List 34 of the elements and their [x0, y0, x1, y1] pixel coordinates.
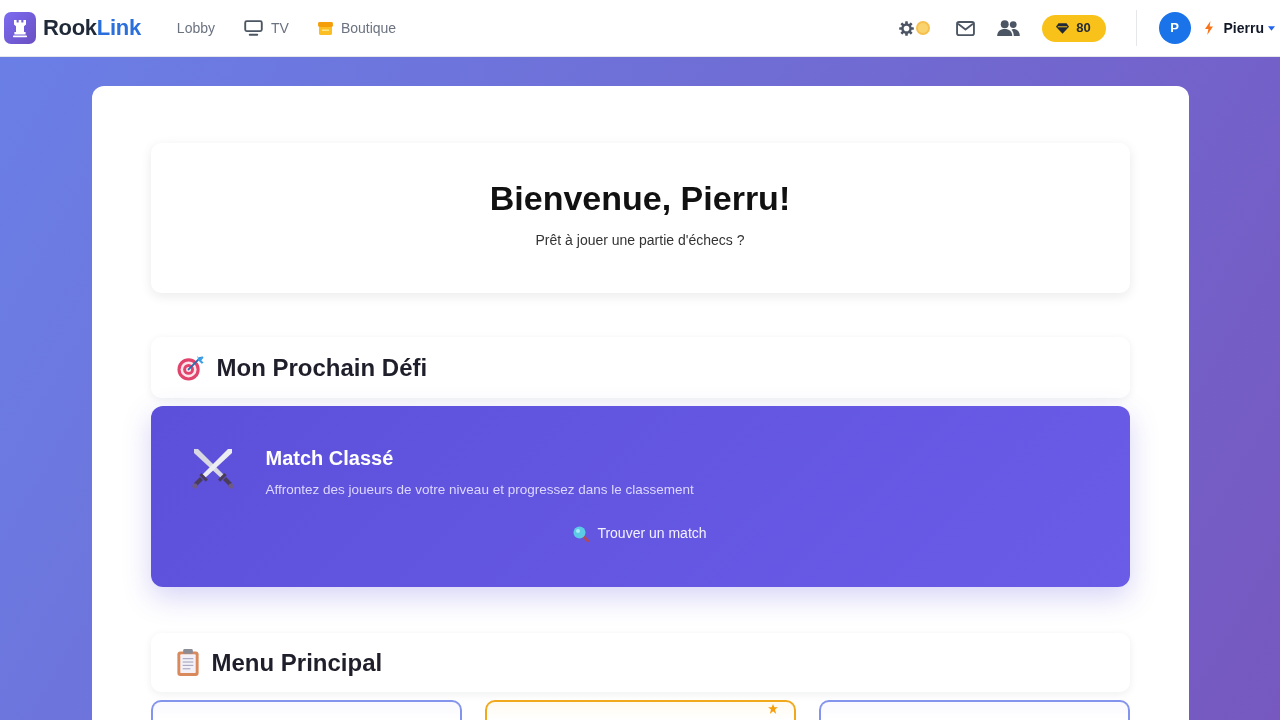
section-title: Mon Prochain Défi: [216, 355, 428, 380]
star-icon: [767, 704, 778, 714]
nav-link[interactable]: Lobby: [176, 17, 215, 39]
crossed-swords-icon: [190, 446, 235, 490]
section-title: Menu Principal: [211, 650, 383, 675]
welcome-title: Bienvenue, Pierru!: [489, 178, 791, 218]
user-avatar[interactable]: P: [1158, 12, 1191, 44]
nav-link[interactable]: Boutique: [317, 17, 397, 39]
users-icon: [996, 19, 1020, 37]
store-icon: [317, 21, 333, 35]
caret-icon: [1268, 25, 1275, 31]
menu-card[interactable]: [150, 700, 462, 720]
clipboard-icon: [176, 649, 199, 676]
find-match-button[interactable]: Trouver un match: [563, 521, 717, 546]
match-description: Affrontez des joueurs de votre niveau et progressez dans le classement: [265, 481, 694, 499]
theme-toggle-button[interactable]: [897, 19, 931, 37]
rook-logo-icon[interactable]: [4, 12, 36, 44]
friends-button[interactable]: [995, 18, 1021, 38]
gear-icon: [898, 20, 914, 36]
welcome-subtitle: Prêt à jouer une partie d'échecs ?: [535, 231, 745, 250]
search-icon: [573, 525, 590, 542]
monitor-icon: [244, 20, 263, 36]
target-icon: [176, 354, 204, 381]
lightning-icon: [1204, 21, 1213, 35]
user-menu-button[interactable]: Pierru: [1223, 17, 1275, 39]
match-title: Match Classé: [265, 447, 395, 469]
coin-balance-button[interactable]: 80: [1041, 14, 1106, 42]
nav-link[interactable]: TV: [244, 17, 289, 39]
brand-name[interactable]: RookLink: [43, 17, 141, 39]
gem-icon: [1056, 22, 1070, 34]
messages-button[interactable]: [954, 19, 976, 37]
sun-icon: [915, 21, 930, 35]
mail-icon: [955, 20, 975, 36]
menu-card[interactable]: [818, 700, 1130, 720]
